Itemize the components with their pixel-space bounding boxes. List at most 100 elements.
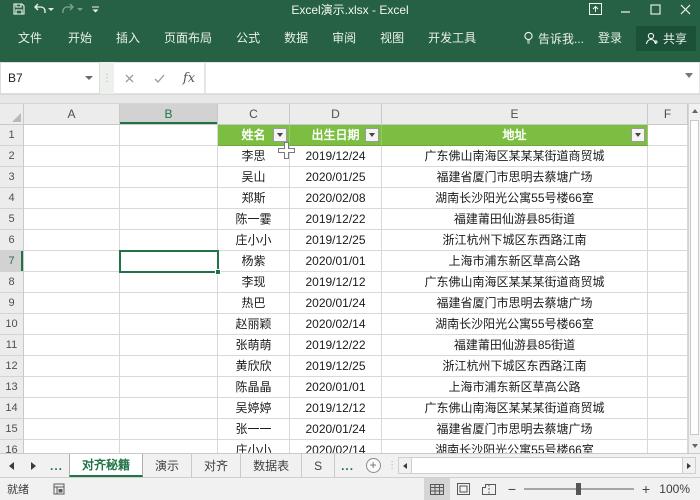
cell-B11[interactable] <box>120 335 218 356</box>
tell-me-button[interactable]: 告诉我... <box>523 30 584 47</box>
cancel-entry-button[interactable] <box>114 74 144 83</box>
cell-B15[interactable] <box>120 419 218 440</box>
share-button[interactable]: 共享 <box>636 26 696 51</box>
cell-E4[interactable]: 湖南长沙阳光公寓55号楼66室 <box>382 188 648 209</box>
ribbon-tab-页面布局[interactable]: 页面布局 <box>152 18 224 58</box>
macro-record-button[interactable] <box>53 483 65 495</box>
cell-D8[interactable]: 2019/12/12 <box>290 272 382 293</box>
cell-B12[interactable] <box>120 356 218 377</box>
row-header-1[interactable]: 1 <box>0 125 24 146</box>
cell-C2[interactable]: 李思 <box>218 146 290 167</box>
row-header-15[interactable]: 15 <box>0 419 24 440</box>
sign-in-button[interactable]: 登录 <box>594 18 626 58</box>
horizontal-scrollbar[interactable] <box>398 457 696 474</box>
select-all-button[interactable] <box>0 104 24 125</box>
cell-F14[interactable] <box>648 398 688 419</box>
minimize-button[interactable] <box>610 0 640 18</box>
cell-A7[interactable] <box>24 251 120 272</box>
cell-A5[interactable] <box>24 209 120 230</box>
cell-C16[interactable]: 庄小小 <box>218 440 290 453</box>
cell-D7[interactable]: 2020/01/01 <box>290 251 382 272</box>
cell-D14[interactable]: 2019/12/12 <box>290 398 382 419</box>
cell-C11[interactable]: 张萌萌 <box>218 335 290 356</box>
cell-E10[interactable]: 湖南长沙阳光公寓55号楼66室 <box>382 314 648 335</box>
cell-A13[interactable] <box>24 377 120 398</box>
cell-F16[interactable] <box>648 440 688 453</box>
filter-dropdown-button[interactable] <box>631 128 645 142</box>
cell-B3[interactable] <box>120 167 218 188</box>
cell-B2[interactable] <box>120 146 218 167</box>
row-header-11[interactable]: 11 <box>0 335 24 356</box>
cell-B13[interactable] <box>120 377 218 398</box>
cell-C12[interactable]: 黄欣欣 <box>218 356 290 377</box>
ribbon-tab-插入[interactable]: 插入 <box>104 18 152 58</box>
zoom-slider[interactable] <box>524 488 634 490</box>
cell-F4[interactable] <box>648 188 688 209</box>
ribbon-tab-开发工具[interactable]: 开发工具 <box>416 18 488 58</box>
scroll-right-icon[interactable] <box>682 457 696 474</box>
cell-A1[interactable] <box>24 125 120 146</box>
new-sheet-button[interactable]: + <box>360 454 386 477</box>
cell-C3[interactable]: 吴山 <box>218 167 290 188</box>
cell-E8[interactable]: 广东佛山南海区某某某街道商贸城 <box>382 272 648 293</box>
cell-E3[interactable]: 福建省厦门市思明去蔡塘广场 <box>382 167 648 188</box>
ribbon-tab-file[interactable]: 文件 <box>4 18 56 58</box>
cell-C8[interactable]: 李现 <box>218 272 290 293</box>
cell-E11[interactable]: 福建莆田仙游县85街道 <box>382 335 648 356</box>
zoom-slider-handle[interactable] <box>576 483 581 495</box>
expand-formula-bar-icon[interactable] <box>685 73 693 78</box>
filter-dropdown-button[interactable] <box>365 128 379 142</box>
sheet-tab-数据表[interactable]: 数据表 <box>241 454 302 477</box>
row-header-12[interactable]: 12 <box>0 356 24 377</box>
column-header-D[interactable]: D <box>290 104 382 125</box>
cell-C14[interactable]: 吴婷婷 <box>218 398 290 419</box>
cell-C15[interactable]: 张一一 <box>218 419 290 440</box>
scroll-down-icon[interactable] <box>689 439 700 453</box>
cell-A6[interactable] <box>24 230 120 251</box>
cell-C4[interactable]: 郑斯 <box>218 188 290 209</box>
cell-D6[interactable]: 2019/12/25 <box>290 230 382 251</box>
cell-E12[interactable]: 浙江杭州下城区东西路江南 <box>382 356 648 377</box>
cell-B14[interactable] <box>120 398 218 419</box>
scroll-up-icon[interactable] <box>689 104 700 118</box>
normal-view-button[interactable] <box>424 478 450 500</box>
cell-D11[interactable]: 2019/12/22 <box>290 335 382 356</box>
cell-E5[interactable]: 福建莆田仙游县85街道 <box>382 209 648 230</box>
row-header-6[interactable]: 6 <box>0 230 24 251</box>
zoom-level[interactable]: 100% <box>656 482 700 496</box>
page-break-preview-button[interactable] <box>476 478 502 500</box>
row-header-2[interactable]: 2 <box>0 146 24 167</box>
sheet-tab-对齐秘籍[interactable]: 对齐秘籍 <box>69 454 143 477</box>
row-header-8[interactable]: 8 <box>0 272 24 293</box>
cell-C1[interactable]: 姓名 <box>218 125 290 146</box>
sheet-tab-对齐[interactable]: 对齐 <box>192 454 241 477</box>
ribbon-tab-公式[interactable]: 公式 <box>224 18 272 58</box>
cell-A8[interactable] <box>24 272 120 293</box>
cell-A14[interactable] <box>24 398 120 419</box>
insert-function-button[interactable]: fx <box>174 71 204 86</box>
cell-A9[interactable] <box>24 293 120 314</box>
cell-F10[interactable] <box>648 314 688 335</box>
cell-A15[interactable] <box>24 419 120 440</box>
formula-input[interactable] <box>205 62 700 94</box>
cell-B8[interactable] <box>120 272 218 293</box>
cell-D12[interactable]: 2019/12/25 <box>290 356 382 377</box>
confirm-entry-button[interactable] <box>144 74 174 83</box>
cell-B10[interactable] <box>120 314 218 335</box>
column-header-F[interactable]: F <box>648 104 688 125</box>
cell-C10[interactable]: 赵丽颖 <box>218 314 290 335</box>
row-header-13[interactable]: 13 <box>0 377 24 398</box>
cell-D4[interactable]: 2020/02/08 <box>290 188 382 209</box>
cell-D15[interactable]: 2020/01/24 <box>290 419 382 440</box>
cell-F7[interactable] <box>648 251 688 272</box>
cell-F9[interactable] <box>648 293 688 314</box>
cell-B5[interactable] <box>120 209 218 230</box>
redo-button[interactable] <box>59 1 86 17</box>
close-button[interactable] <box>670 0 700 18</box>
vertical-scrollbar[interactable] <box>688 104 700 453</box>
cell-E7[interactable]: 上海市浦东新区草高公路 <box>382 251 648 272</box>
cell-C9[interactable]: 热巴 <box>218 293 290 314</box>
ribbon-tab-审阅[interactable]: 审阅 <box>320 18 368 58</box>
ribbon-tab-数据[interactable]: 数据 <box>272 18 320 58</box>
cell-F12[interactable] <box>648 356 688 377</box>
